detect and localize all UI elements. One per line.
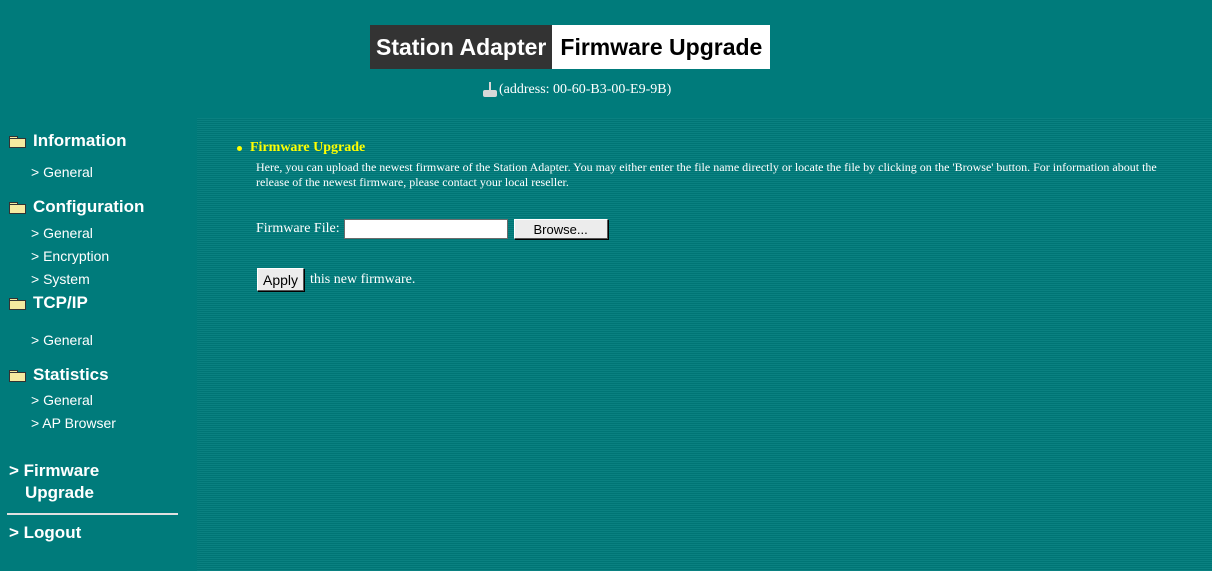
apply-button[interactable]: Apply [257,268,305,291]
folder-icon [9,369,26,382]
folder-icon [9,201,26,214]
page-title: Station Adapter Firmware Upgrade [370,25,771,69]
folder-icon [9,297,26,310]
heading-text: Firmware Upgrade [250,140,366,155]
firmware-file-label: Firmware File: [256,221,340,236]
title-station-adapter: Station Adapter [370,25,553,69]
firmware-link-line2: Upgrade [25,483,94,502]
section-label: TCP/IP [33,293,88,312]
header: Station Adapter Firmware Upgrade (addres… [0,0,1212,118]
title-firmware-upgrade: Firmware Upgrade [552,25,771,69]
sidebar-divider [7,513,178,515]
section-heading: Firmware Upgrade [237,140,365,156]
firmware-file-row: Firmware File: Browse... [256,219,608,239]
sidebar-item-information-general[interactable]: > General [31,164,93,180]
bullet-icon [237,145,242,151]
sidebar-item-tcpip-general[interactable]: > General [31,332,93,348]
apply-suffix-text: this new firmware. [310,271,416,287]
sidebar-item-logout[interactable]: > Logout [9,522,81,544]
sidebar-section-configuration[interactable]: Configuration [9,197,144,217]
sidebar: Information > General Configuration > Ge… [0,118,197,571]
sidebar-section-tcpip[interactable]: TCP/IP [9,293,88,313]
sidebar-item-encryption[interactable]: > Encryption [31,248,109,264]
sidebar-section-statistics[interactable]: Statistics [9,365,109,385]
apply-row: Apply this new firmware. [257,268,415,291]
description-text: Here, you can upload the newest firmware… [256,160,1157,189]
section-label: Information [33,131,127,150]
sidebar-item-system[interactable]: > System [31,271,90,287]
folder-icon [9,135,26,148]
sidebar-item-statistics-general[interactable]: > General [31,392,93,408]
firmware-link-line1: > Firmware [9,461,100,480]
address-text: (address: 00-60-B3-00-E9-9B) [499,82,672,97]
sidebar-item-ap-browser[interactable]: > AP Browser [31,415,116,431]
sidebar-item-firmware-upgrade[interactable]: > Firmware Upgrade [9,460,99,504]
browse-button[interactable]: Browse... [513,219,608,239]
section-label: Statistics [33,365,109,384]
sidebar-section-information[interactable]: Information [9,131,127,151]
section-label: Configuration [33,197,145,216]
main-content: Firmware Upgrade Here, you can upload th… [197,118,1212,571]
antenna-icon [483,82,497,98]
device-address: (address: 00-60-B3-00-E9-9B) [483,82,671,98]
firmware-file-input[interactable] [343,219,508,239]
sidebar-item-configuration-general[interactable]: > General [31,225,93,241]
